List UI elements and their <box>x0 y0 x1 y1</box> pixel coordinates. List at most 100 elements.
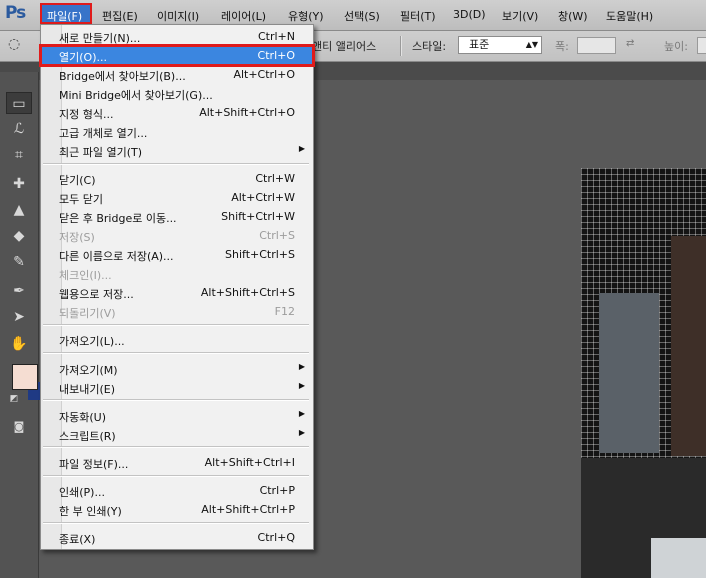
style-select[interactable]: 표준 ▲▼ <box>458 36 542 54</box>
menu-item-open[interactable]: 열기(O)... Ctrl+O <box>39 44 315 67</box>
submenu-arrow-icon: ▶ <box>298 144 305 153</box>
menu-item-label: 가져오기(L)... <box>59 335 125 348</box>
menu-item-label: 다른 이름으로 저장(A)... <box>59 250 174 263</box>
style-select-value: 표준 <box>469 38 490 51</box>
menu-item-label: 인쇄(P)... <box>59 486 105 499</box>
menu-item-shortcut: Shift+Ctrl+W <box>221 210 295 223</box>
menu-item-label: 지정 형식... <box>59 108 114 121</box>
menu-item-label: 내보내기(E) <box>59 383 116 396</box>
menu-item-browse-bridge[interactable]: Bridge에서 찾아보기(B)... Alt+Ctrl+O <box>41 65 313 84</box>
plaza-image <box>651 538 706 578</box>
menu-item-label: Mini Bridge에서 찾아보기(G)... <box>59 89 213 102</box>
menu-item-shortcut: Alt+Ctrl+O <box>233 68 295 81</box>
menu-item-revert[interactable]: 되돌리기(V) F12 <box>41 302 313 321</box>
menu-item-label: 저장(S) <box>59 231 95 244</box>
menu-item-browse-mini-bridge[interactable]: Mini Bridge에서 찾아보기(G)... <box>41 84 313 103</box>
menu-select[interactable]: 선택(S) <box>344 8 380 24</box>
select-arrow-icon[interactable]: ➤ <box>6 306 32 328</box>
menu-layer[interactable]: 레이어(L) <box>221 8 266 24</box>
menu-separator <box>43 163 309 165</box>
options-separator <box>400 36 402 56</box>
crop-icon[interactable]: ⌗ <box>6 144 32 166</box>
smudge-icon[interactable]: ✎ <box>6 251 32 273</box>
menu-item-close-all[interactable]: 모두 닫기 Alt+Ctrl+W <box>41 188 313 207</box>
menu-item-label: 웹용으로 저장... <box>59 288 134 301</box>
menu-item-shortcut: Alt+Shift+Ctrl+P <box>201 503 295 516</box>
menu-type[interactable]: 유형(Y) <box>288 8 324 24</box>
menu-item-label: 열기(O)... <box>59 51 107 64</box>
menu-item-print[interactable]: 인쇄(P)... Ctrl+P <box>41 481 313 500</box>
menu-item-print-one-copy[interactable]: 한 부 인쇄(Y) Alt+Shift+Ctrl+P <box>41 500 313 519</box>
menu-file[interactable]: 파일(F) <box>47 8 82 24</box>
menu-3d[interactable]: 3D(D) <box>453 8 486 21</box>
toolbar-collapse-strip[interactable] <box>0 62 38 72</box>
menu-item-automate[interactable]: 자동화(U) ▶ <box>41 406 313 425</box>
style-label: 스타일: <box>412 40 447 53</box>
menu-window[interactable]: 창(W) <box>558 8 588 24</box>
menu-item-label: 파일 정보(F)... <box>59 458 129 471</box>
menu-item-close-go-bridge[interactable]: 닫은 후 Bridge로 이동... Shift+Ctrl+W <box>41 207 313 226</box>
building-image <box>671 236 706 456</box>
menu-item-file-info[interactable]: 파일 정보(F)... Alt+Shift+Ctrl+I <box>41 453 313 472</box>
menu-item-label: 자동화(U) <box>59 411 106 424</box>
lasso-icon[interactable]: ℒ <box>6 118 32 140</box>
menu-item-label: 되돌리기(V) <box>59 307 116 320</box>
pen-icon[interactable]: ✒ <box>6 280 32 302</box>
photoshop-logo[interactable]: Ps <box>5 3 26 23</box>
swap-icon[interactable]: ⇄ <box>626 38 634 49</box>
menu-item-shortcut: Ctrl+O <box>257 49 295 62</box>
stamp-icon[interactable]: ▲ <box>6 199 32 221</box>
menu-separator <box>43 352 309 354</box>
width-label: 폭: <box>555 40 569 53</box>
menu-item-shortcut: Ctrl+Q <box>257 531 295 544</box>
spot-heal-icon[interactable]: ✚ <box>6 173 32 195</box>
menu-item-open-smart-object[interactable]: 고급 개체로 열기... <box>41 122 313 141</box>
menu-item-label: 최근 파일 열기(T) <box>59 146 143 159</box>
menu-item-new[interactable]: 새로 만들기(N)... Ctrl+N <box>41 27 313 46</box>
height-field[interactable] <box>697 37 706 54</box>
select-arrows-icon: ▲▼ <box>525 40 538 49</box>
menu-item-check-in[interactable]: 체크인(I)... <box>41 264 313 283</box>
menu-item-save-as[interactable]: 다른 이름으로 저장(A)... Shift+Ctrl+S <box>41 245 313 264</box>
menu-item-close[interactable]: 닫기(C) Ctrl+W <box>41 169 313 188</box>
menu-item-open-as[interactable]: 지정 형식... Alt+Shift+Ctrl+O <box>41 103 313 122</box>
menu-view[interactable]: 보기(V) <box>502 8 538 24</box>
submenu-arrow-icon: ▶ <box>298 409 305 418</box>
menu-help[interactable]: 도움말(H) <box>606 8 653 24</box>
marquee-option-icon[interactable]: ◌ <box>8 36 20 52</box>
menu-item-export[interactable]: 내보내기(E) ▶ <box>41 378 313 397</box>
menu-separator <box>43 324 309 326</box>
width-field[interactable] <box>577 37 616 54</box>
menu-item-shortcut: Ctrl+N <box>257 30 295 43</box>
menu-item-scripts[interactable]: 스크립트(R) ▶ <box>41 425 313 444</box>
menu-item-import[interactable]: 가져오기(M) ▶ <box>41 359 313 378</box>
menu-item-label: 가져오기(M) <box>59 364 118 377</box>
menu-image[interactable]: 이미지(I) <box>157 8 199 24</box>
menu-item-place[interactable]: 가져오기(L)... <box>41 330 313 349</box>
menu-item-exit[interactable]: 종료(X) Ctrl+Q <box>41 528 313 547</box>
menu-item-save[interactable]: 저장(S) Ctrl+S <box>41 226 313 245</box>
menu-item-open-recent[interactable]: 최근 파일 열기(T) ▶ <box>41 141 313 160</box>
menu-item-label: 닫은 후 Bridge로 이동... <box>59 212 177 225</box>
menu-item-label: 스크립트(R) <box>59 430 116 443</box>
menu-filter[interactable]: 필터(T) <box>400 8 436 24</box>
menu-item-label: 체크인(I)... <box>59 269 112 282</box>
anti-alias-label[interactable]: 앤티 앨리어스 <box>312 38 376 54</box>
menu-item-label: 종료(X) <box>59 533 96 546</box>
hand-icon[interactable]: ✋ <box>6 333 32 355</box>
eraser-icon[interactable]: ◆ <box>6 225 32 247</box>
marquee-icon[interactable]: ▭ <box>6 92 32 114</box>
document-canvas[interactable] <box>581 168 706 578</box>
menu-item-label: 새로 만들기(N)... <box>59 32 141 45</box>
height-label: 높이: <box>664 40 688 53</box>
default-colors-icon[interactable]: ◩ <box>8 388 20 410</box>
quick-mask-icon[interactable]: ◙ <box>6 416 32 438</box>
menu-item-shortcut: Ctrl+S <box>259 229 295 242</box>
building-image <box>599 293 659 453</box>
menu-separator <box>43 475 309 477</box>
submenu-arrow-icon: ▶ <box>298 362 305 371</box>
foreground-color-swatch[interactable] <box>12 364 38 390</box>
menu-item-shortcut: Alt+Ctrl+W <box>231 191 295 204</box>
menu-edit[interactable]: 편집(E) <box>102 8 138 24</box>
menu-item-save-for-web[interactable]: 웹용으로 저장... Alt+Shift+Ctrl+S <box>41 283 313 302</box>
